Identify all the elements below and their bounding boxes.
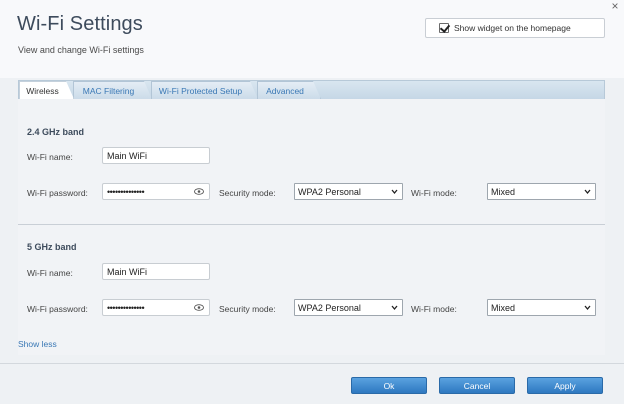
chevron-down-icon — [391, 305, 398, 311]
footer-divider — [0, 363, 624, 364]
ok-button[interactable]: Ok — [351, 377, 427, 394]
apply-button[interactable]: Apply — [527, 377, 603, 394]
show-less-link[interactable]: Show less — [18, 339, 57, 349]
band-5-security-value: WPA2 Personal — [298, 302, 361, 313]
cancel-button[interactable]: Cancel — [439, 377, 515, 394]
band-5-security-select[interactable]: WPA2 Personal — [294, 299, 403, 316]
band-24-password-label: Wi-Fi password: — [27, 188, 88, 198]
band-24-mode-value: Mixed — [491, 186, 516, 197]
band-24-security-select[interactable]: WPA2 Personal — [294, 183, 403, 200]
tab-advanced[interactable]: Advanced — [257, 81, 321, 99]
band-24-password-value: •••••••••••••• — [107, 186, 145, 197]
wireless-panel — [18, 99, 605, 355]
band-divider — [18, 224, 605, 225]
page-subtitle: View and change Wi-Fi settings — [18, 45, 144, 55]
band-5-name-input[interactable]: Main WiFi — [102, 263, 210, 280]
chevron-down-icon — [391, 189, 398, 195]
header: Wi-Fi Settings View and change Wi-Fi set… — [0, 0, 624, 78]
band-5-title: 5 GHz band — [27, 242, 77, 252]
page-title: Wi-Fi Settings — [17, 13, 143, 35]
band-24-security-label: Security mode: — [219, 188, 276, 198]
band-5-password-label: Wi-Fi password: — [27, 304, 88, 314]
tab-wireless[interactable]: Wireless — [19, 81, 74, 99]
band-5-password-input[interactable]: •••••••••••••• — [102, 299, 210, 316]
chevron-down-icon — [584, 305, 591, 311]
show-widget-checkbox[interactable] — [439, 23, 449, 33]
band-5-mode-label: Wi-Fi mode: — [411, 304, 457, 314]
eye-icon[interactable] — [194, 304, 204, 311]
band-24-mode-label: Wi-Fi mode: — [411, 188, 457, 198]
band-5-name-label: Wi-Fi name: — [27, 268, 73, 278]
band-24-password-input[interactable]: •••••••••••••• — [102, 183, 210, 200]
band-24-mode-select[interactable]: Mixed — [487, 183, 596, 200]
band-5-security-label: Security mode: — [219, 304, 276, 314]
band-24-security-value: WPA2 Personal — [298, 186, 361, 197]
band-24-name-value: Main WiFi — [107, 150, 147, 161]
band-24-name-input[interactable]: Main WiFi — [102, 147, 210, 164]
band-5-mode-select[interactable]: Mixed — [487, 299, 596, 316]
band-24-name-label: Wi-Fi name: — [27, 152, 73, 162]
show-widget-option[interactable]: Show widget on the homepage — [425, 18, 605, 38]
show-widget-label: Show widget on the homepage — [454, 23, 571, 33]
band-5-mode-value: Mixed — [491, 302, 516, 313]
band-5-name-value: Main WiFi — [107, 266, 147, 277]
tab-mac-filtering[interactable]: MAC Filtering — [73, 81, 152, 99]
eye-icon[interactable] — [194, 188, 204, 195]
wifi-settings-window: Wi-Fi Settings View and change Wi-Fi set… — [0, 0, 624, 404]
band-5-password-value: •••••••••••••• — [107, 302, 145, 313]
close-icon[interactable]: × — [608, 0, 622, 14]
tab-wifi-protected-setup[interactable]: Wi-Fi Protected Setup — [151, 81, 258, 99]
chevron-down-icon — [584, 189, 591, 195]
band-24-title: 2.4 GHz band — [27, 127, 85, 137]
